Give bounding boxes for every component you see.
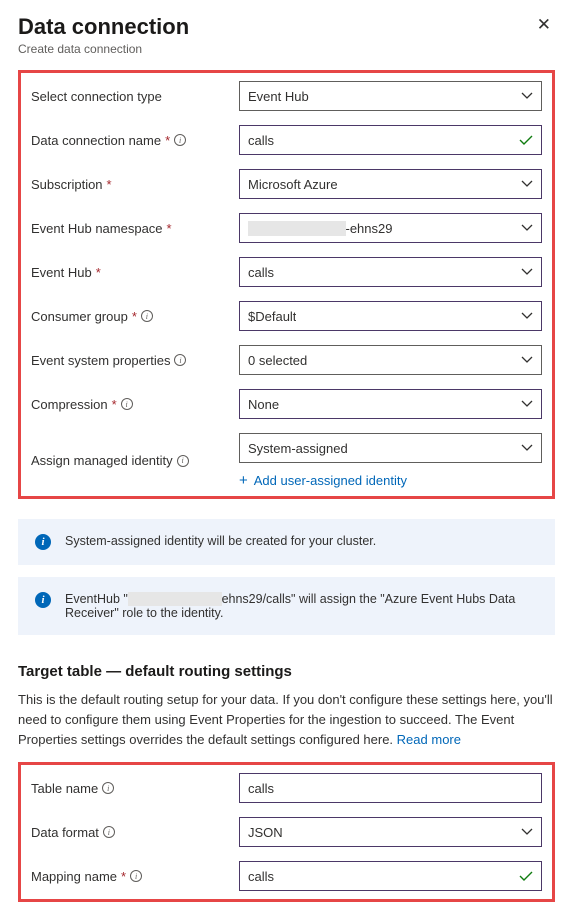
table-name-input[interactable]: calls bbox=[239, 773, 542, 803]
required-indicator: * bbox=[112, 397, 117, 412]
subscription-select[interactable]: Microsoft Azure bbox=[239, 169, 542, 199]
compression-value: None bbox=[248, 397, 279, 412]
target-form-highlight: Table name i calls Data format i JSON bbox=[18, 762, 555, 902]
chevron-down-icon bbox=[521, 180, 533, 188]
consumer-group-select[interactable]: $Default bbox=[239, 301, 542, 331]
add-identity-label: Add user-assigned identity bbox=[254, 473, 407, 488]
required-indicator: * bbox=[132, 309, 137, 324]
system-properties-label: Event system properties bbox=[31, 353, 170, 368]
mapping-name-input[interactable]: calls bbox=[239, 861, 542, 891]
connection-type-value: Event Hub bbox=[248, 89, 309, 104]
close-button[interactable]: ✕ bbox=[533, 14, 555, 35]
system-identity-banner: i System-assigned identity will be creat… bbox=[18, 519, 555, 565]
consumer-group-value: $Default bbox=[248, 309, 296, 324]
required-indicator: * bbox=[167, 221, 172, 236]
info-icon[interactable]: i bbox=[174, 354, 186, 366]
namespace-value: xxxxxxxxxxxxxxx-ehns29 bbox=[248, 221, 392, 236]
eventhub-value: calls bbox=[248, 265, 274, 280]
mapping-name-label: Mapping name bbox=[31, 869, 117, 884]
chevron-down-icon bbox=[521, 828, 533, 836]
namespace-label: Event Hub namespace bbox=[31, 221, 163, 236]
consumer-group-label: Consumer group bbox=[31, 309, 128, 324]
page-subtitle: Create data connection bbox=[18, 42, 189, 56]
connection-name-value: calls bbox=[248, 133, 274, 148]
read-more-link[interactable]: Read more bbox=[397, 732, 461, 747]
eventhub-select[interactable]: calls bbox=[239, 257, 542, 287]
chevron-down-icon bbox=[521, 92, 533, 100]
checkmark-icon bbox=[519, 135, 533, 146]
data-format-label: Data format bbox=[31, 825, 99, 840]
compression-label: Compression bbox=[31, 397, 108, 412]
system-properties-value: 0 selected bbox=[248, 353, 307, 368]
info-icon[interactable]: i bbox=[121, 398, 133, 410]
subscription-value: Microsoft Azure bbox=[248, 177, 338, 192]
chevron-down-icon bbox=[521, 312, 533, 320]
compression-select[interactable]: None bbox=[239, 389, 542, 419]
chevron-down-icon bbox=[521, 400, 533, 408]
chevron-down-icon bbox=[521, 268, 533, 276]
info-icon[interactable]: i bbox=[174, 134, 186, 146]
page-title: Data connection bbox=[18, 14, 189, 40]
info-icon[interactable]: i bbox=[130, 870, 142, 882]
redacted-text: xxxxxxxxxxxxxxx bbox=[248, 221, 346, 236]
identity-label: Assign managed identity bbox=[31, 453, 173, 468]
required-indicator: * bbox=[121, 869, 126, 884]
namespace-select[interactable]: xxxxxxxxxxxxxxx-ehns29 bbox=[239, 213, 542, 243]
eventhub-label: Event Hub bbox=[31, 265, 92, 280]
eventhub-role-banner-text: EventHub "xxxxxxxxxxxxxxxehns29/calls" w… bbox=[65, 592, 538, 620]
mapping-name-value: calls bbox=[248, 869, 274, 884]
info-icon: i bbox=[35, 592, 51, 608]
chevron-down-icon bbox=[521, 444, 533, 452]
table-name-value: calls bbox=[248, 781, 274, 796]
subscription-label: Subscription bbox=[31, 177, 103, 192]
system-properties-select[interactable]: 0 selected bbox=[239, 345, 542, 375]
connection-type-label: Select connection type bbox=[31, 89, 162, 104]
info-icon[interactable]: i bbox=[141, 310, 153, 322]
required-indicator: * bbox=[165, 133, 170, 148]
connection-type-select[interactable]: Event Hub bbox=[239, 81, 542, 111]
target-section-description: This is the default routing setup for yo… bbox=[18, 690, 555, 750]
table-name-label: Table name bbox=[31, 781, 98, 796]
eventhub-role-banner: i EventHub "xxxxxxxxxxxxxxxehns29/calls"… bbox=[18, 577, 555, 635]
chevron-down-icon bbox=[521, 224, 533, 232]
connection-name-label: Data connection name bbox=[31, 133, 161, 148]
data-format-select[interactable]: JSON bbox=[239, 817, 542, 847]
info-icon[interactable]: i bbox=[103, 826, 115, 838]
chevron-down-icon bbox=[521, 356, 533, 364]
info-icon: i bbox=[35, 534, 51, 550]
system-identity-banner-text: System-assigned identity will be created… bbox=[65, 534, 376, 550]
plus-icon: + bbox=[239, 473, 248, 488]
checkmark-icon bbox=[519, 871, 533, 882]
identity-value: System-assigned bbox=[248, 441, 348, 456]
info-icon[interactable]: i bbox=[177, 455, 189, 467]
identity-select[interactable]: System-assigned bbox=[239, 433, 542, 463]
target-section-title: Target table — default routing settings bbox=[18, 663, 555, 680]
add-user-assigned-identity-link[interactable]: + Add user-assigned identity bbox=[239, 473, 542, 488]
required-indicator: * bbox=[96, 265, 101, 280]
required-indicator: * bbox=[107, 177, 112, 192]
connection-form-highlight: Select connection type Event Hub Data co… bbox=[18, 70, 555, 499]
redacted-text: xxxxxxxxxxxxxxx bbox=[128, 592, 222, 606]
info-icon[interactable]: i bbox=[102, 782, 114, 794]
data-format-value: JSON bbox=[248, 825, 283, 840]
connection-name-input[interactable]: calls bbox=[239, 125, 542, 155]
